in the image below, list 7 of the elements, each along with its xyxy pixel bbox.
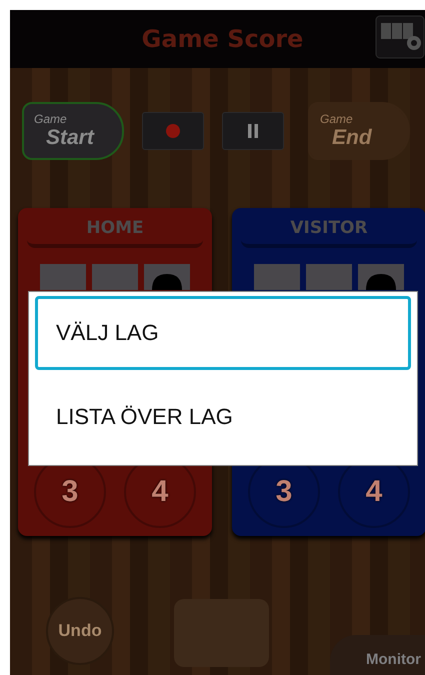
team-name: VISITOR [241, 214, 417, 248]
monitor-tab[interactable]: Monitor [330, 635, 425, 675]
screen-title: Game Score [142, 25, 304, 53]
dialog-option[interactable]: VÄLJ LAG [35, 296, 411, 370]
undo-button[interactable]: Undo [46, 597, 114, 665]
game-button[interactable]: Game Start [22, 102, 124, 160]
team-name: HOME [27, 214, 203, 248]
